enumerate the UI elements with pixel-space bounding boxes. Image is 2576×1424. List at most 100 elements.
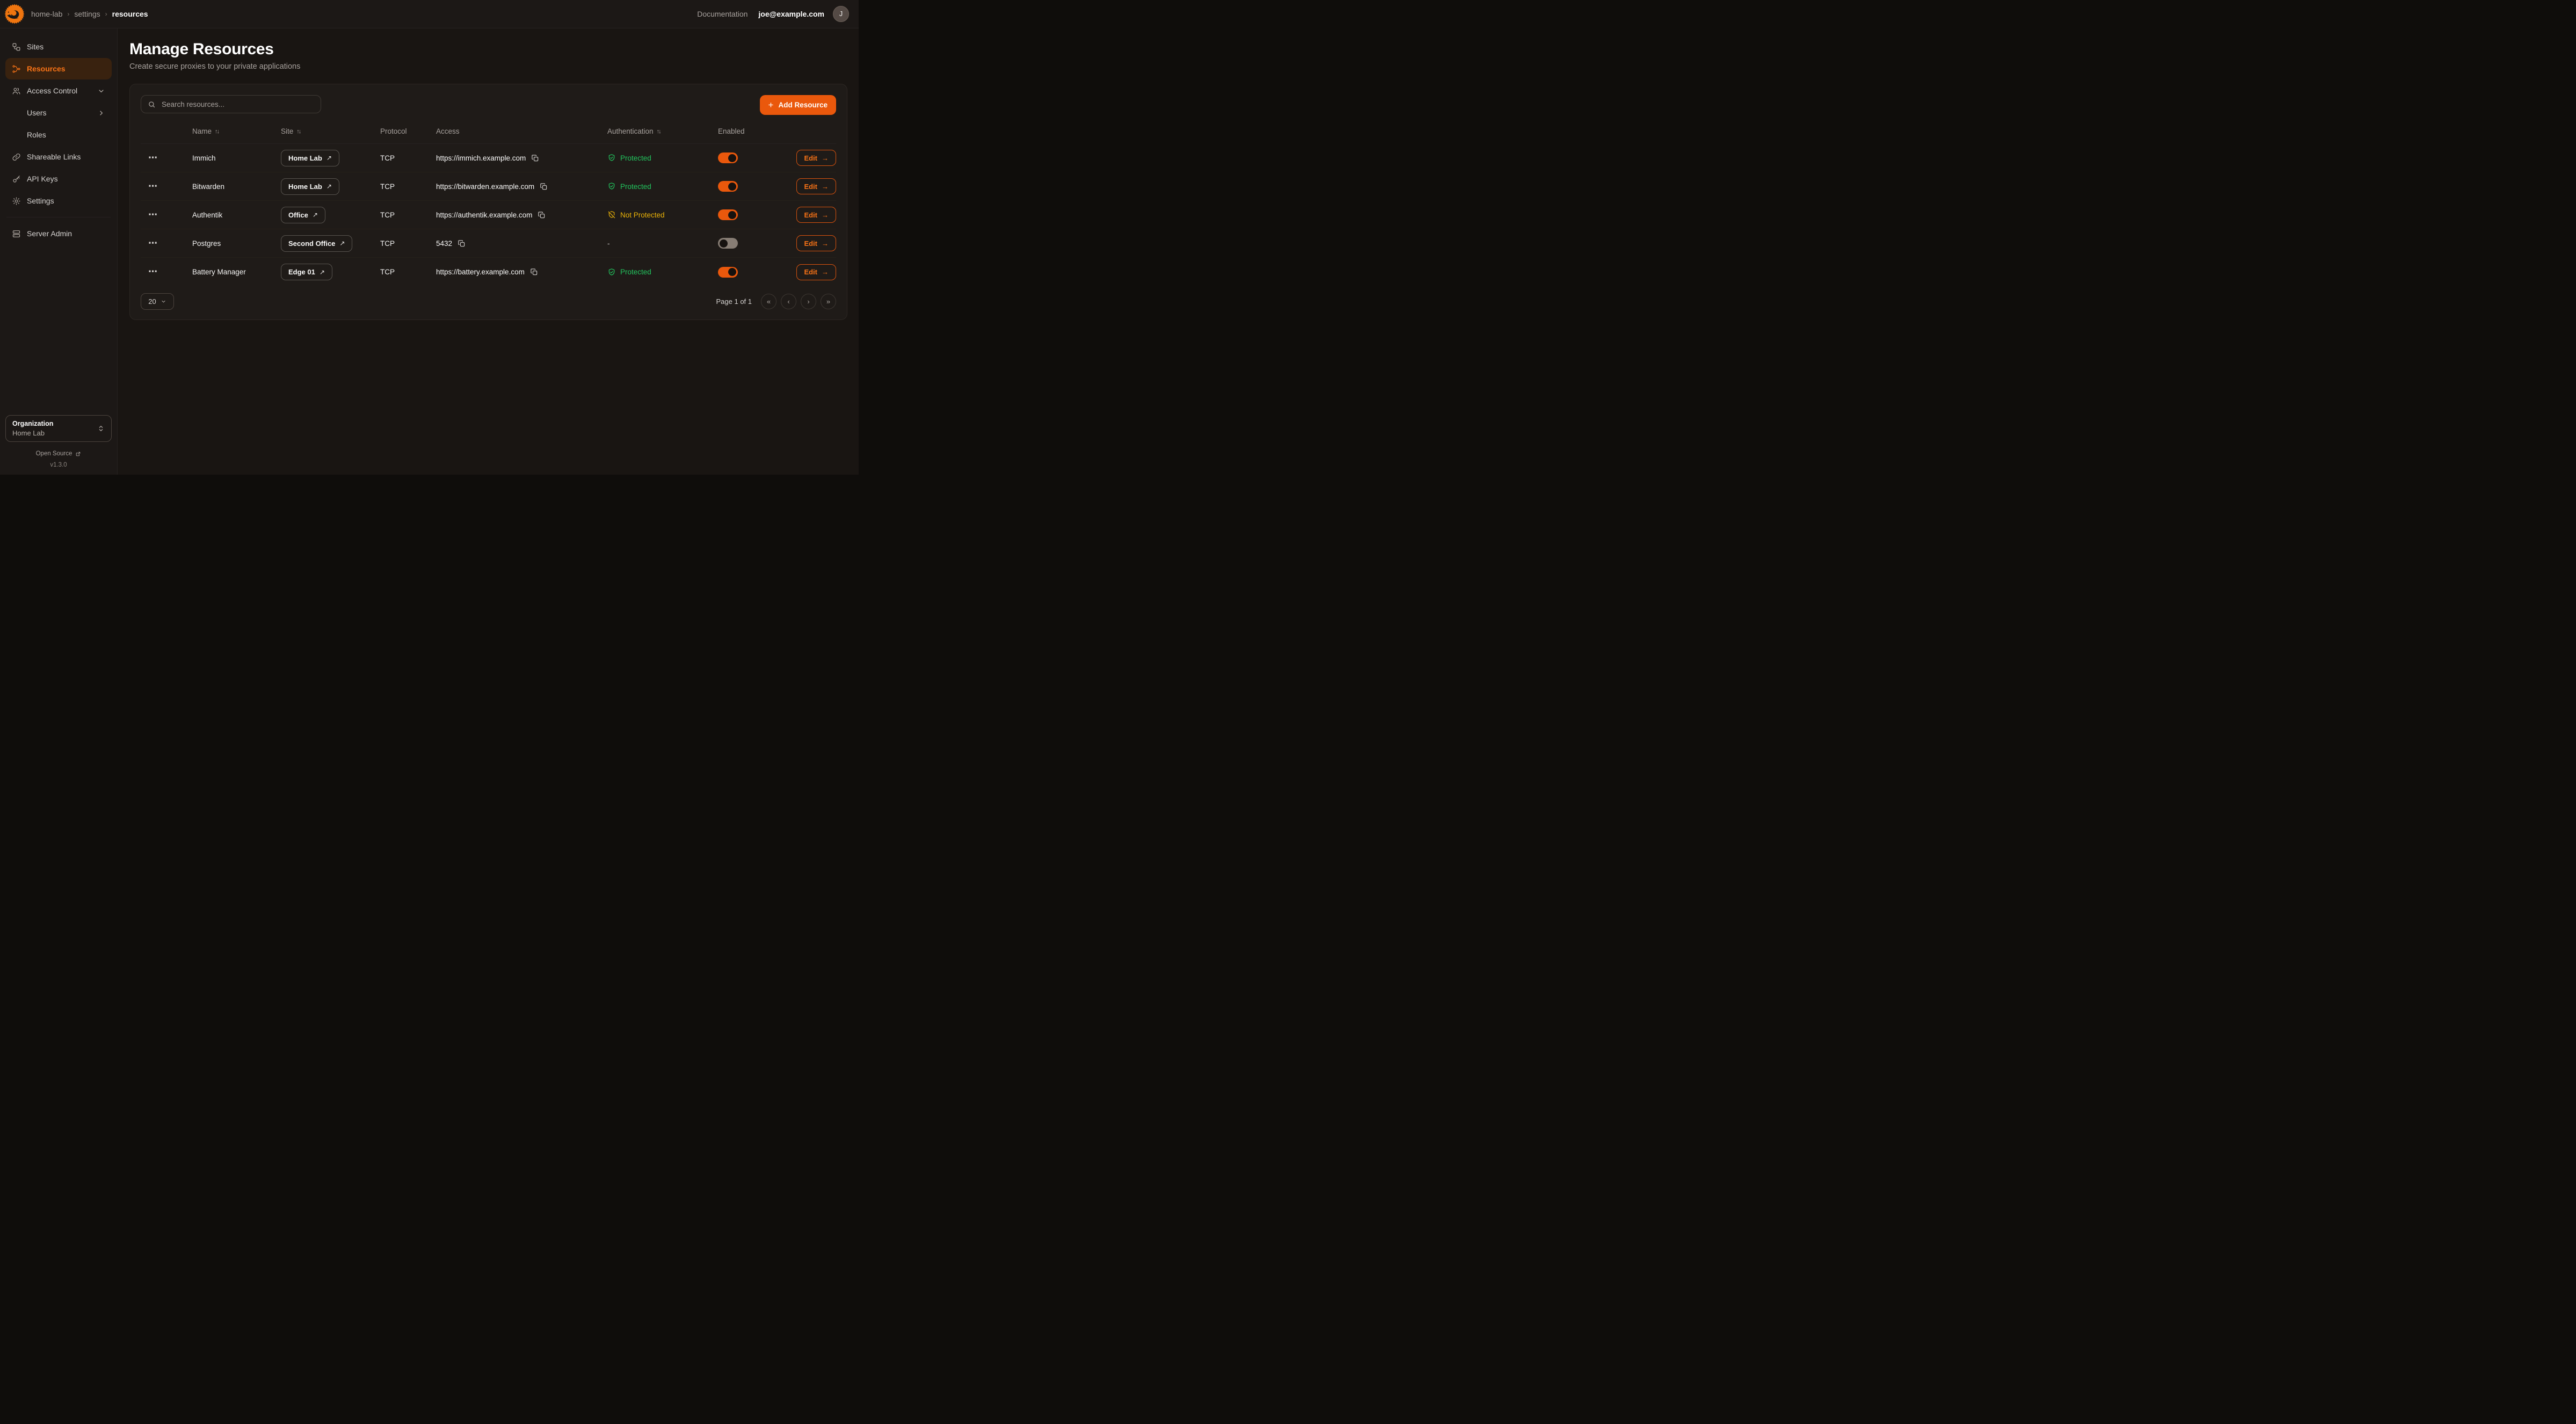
copy-icon[interactable] xyxy=(531,154,539,162)
link-icon xyxy=(12,152,21,162)
column-header-access: Access xyxy=(436,127,607,135)
resource-name: Immich xyxy=(192,154,281,162)
last-page-button[interactable]: » xyxy=(821,294,836,309)
resource-access: https://authentik.example.com xyxy=(436,211,532,219)
resource-access: https://battery.example.com xyxy=(436,268,525,276)
open-source-link[interactable]: Open Source xyxy=(5,451,112,457)
search-icon xyxy=(148,100,156,108)
resource-name: Authentik xyxy=(192,211,281,219)
arrow-up-right-icon: ↗ xyxy=(320,268,325,276)
resource-protocol: TCP xyxy=(380,154,436,162)
row-menu-button[interactable]: ⋯ xyxy=(148,238,158,248)
sidebar: Sites Resources Access Control Users Rol… xyxy=(0,28,118,475)
next-page-button[interactable]: › xyxy=(801,294,816,309)
sidebar-item-label: Access Control xyxy=(27,86,77,95)
documentation-link[interactable]: Documentation xyxy=(697,10,748,18)
external-link-icon xyxy=(75,451,81,457)
breadcrumb-settings[interactable]: settings xyxy=(74,10,100,18)
edit-button[interactable]: Edit → xyxy=(796,235,836,251)
arrow-right-icon: → xyxy=(822,211,829,219)
sidebar-item-roles[interactable]: Roles xyxy=(5,124,112,146)
table-body: ⋯ Immich Home Lab ↗ TCP https://immich.e… xyxy=(141,144,836,286)
gear-icon xyxy=(12,197,21,206)
sidebar-item-label: Users xyxy=(27,108,47,117)
sidebar-item-sites[interactable]: Sites xyxy=(5,36,112,57)
user-email: joe@example.com xyxy=(758,10,824,18)
sidebar-item-settings[interactable]: Settings xyxy=(5,190,112,212)
authentication-status: Protected xyxy=(607,182,718,191)
first-page-button[interactable]: « xyxy=(761,294,777,309)
row-menu-button[interactable]: ⋯ xyxy=(148,266,158,277)
arrow-up-right-icon: ↗ xyxy=(326,154,332,162)
table-row: ⋯ Authentik Office ↗ TCP https://authent… xyxy=(141,201,836,229)
arrow-up-right-icon: ↗ xyxy=(326,183,332,190)
user-avatar[interactable]: J xyxy=(833,6,849,22)
key-icon xyxy=(12,175,21,184)
site-link-button[interactable]: Home Lab ↗ xyxy=(281,178,339,195)
copy-icon[interactable] xyxy=(540,183,548,191)
resource-protocol: TCP xyxy=(380,183,436,191)
sidebar-item-label: Sites xyxy=(27,42,43,51)
arrow-up-right-icon: ↗ xyxy=(339,239,345,247)
site-link-button[interactable]: Second Office ↗ xyxy=(281,235,352,252)
table-toolbar: + Add Resource xyxy=(141,95,836,115)
breadcrumb-org[interactable]: home-lab xyxy=(31,10,62,18)
enabled-toggle[interactable] xyxy=(718,267,738,278)
previous-page-button[interactable]: ‹ xyxy=(781,294,796,309)
resource-access: https://immich.example.com xyxy=(436,154,526,162)
sort-icon: ↑↓ xyxy=(296,128,300,135)
breadcrumb: home-lab › settings › resources xyxy=(31,10,148,18)
enabled-toggle[interactable] xyxy=(718,209,738,220)
enabled-toggle[interactable] xyxy=(718,152,738,163)
column-header-name[interactable]: Name ↑↓ xyxy=(192,127,281,135)
copy-icon[interactable] xyxy=(530,268,538,276)
sidebar-item-api-keys[interactable]: API Keys xyxy=(5,168,112,190)
page-size-select[interactable]: 20 xyxy=(141,293,174,310)
resources-card: + Add Resource Name ↑↓ Site ↑↓ P xyxy=(129,84,847,320)
edit-button[interactable]: Edit → xyxy=(796,150,836,166)
table-row: ⋯ Immich Home Lab ↗ TCP https://immich.e… xyxy=(141,144,836,172)
row-menu-button[interactable]: ⋯ xyxy=(148,209,158,220)
sidebar-footer: Organization Home Lab Open Source v1.3.0 xyxy=(5,415,112,468)
sidebar-item-access-control[interactable]: Access Control xyxy=(5,80,112,101)
column-header-authentication[interactable]: Authentication ↑↓ xyxy=(607,127,718,135)
sidebar-nav: Sites Resources Access Control Users Rol… xyxy=(5,36,112,244)
enabled-toggle[interactable] xyxy=(718,181,738,192)
sidebar-item-label: API Keys xyxy=(27,175,58,183)
edit-button[interactable]: Edit → xyxy=(796,207,836,223)
sidebar-item-users[interactable]: Users xyxy=(5,102,112,123)
add-resource-button[interactable]: + Add Resource xyxy=(760,95,836,115)
copy-icon[interactable] xyxy=(458,239,466,248)
enabled-toggle[interactable] xyxy=(718,238,738,249)
sort-icon: ↑↓ xyxy=(657,128,661,135)
authentication-status: Protected xyxy=(607,154,718,162)
sidebar-item-server-admin[interactable]: Server Admin xyxy=(5,223,112,244)
shield-check-icon xyxy=(607,268,616,277)
pangolin-logo-icon[interactable] xyxy=(4,4,25,24)
copy-icon[interactable] xyxy=(538,211,546,219)
row-menu-button[interactable]: ⋯ xyxy=(148,181,158,191)
column-header-site[interactable]: Site ↑↓ xyxy=(281,127,380,135)
sidebar-item-label: Server Admin xyxy=(27,229,72,238)
users-icon xyxy=(12,86,21,96)
arrow-right-icon: → xyxy=(822,239,829,248)
authentication-status: Not Protected xyxy=(607,210,718,219)
sidebar-item-shareable-links[interactable]: Shareable Links xyxy=(5,146,112,168)
organization-selector[interactable]: Organization Home Lab xyxy=(5,415,112,442)
server-icon xyxy=(12,229,21,238)
site-link-button[interactable]: Edge 01 ↗ xyxy=(281,264,332,280)
search-input[interactable] xyxy=(161,100,314,109)
plus-icon: + xyxy=(768,100,774,110)
version-label: v1.3.0 xyxy=(5,462,112,468)
edit-button[interactable]: Edit → xyxy=(796,178,836,194)
site-link-button[interactable]: Office ↗ xyxy=(281,207,325,223)
site-link-button[interactable]: Home Lab ↗ xyxy=(281,150,339,166)
column-header-enabled: Enabled xyxy=(718,127,777,135)
shield-check-icon xyxy=(607,182,616,191)
resource-access: https://bitwarden.example.com xyxy=(436,183,534,191)
authentication-status: Protected xyxy=(607,268,718,277)
authentication-status: - xyxy=(607,239,718,248)
edit-button[interactable]: Edit → xyxy=(796,264,836,280)
row-menu-button[interactable]: ⋯ xyxy=(148,152,158,163)
sidebar-item-resources[interactable]: Resources xyxy=(5,58,112,79)
